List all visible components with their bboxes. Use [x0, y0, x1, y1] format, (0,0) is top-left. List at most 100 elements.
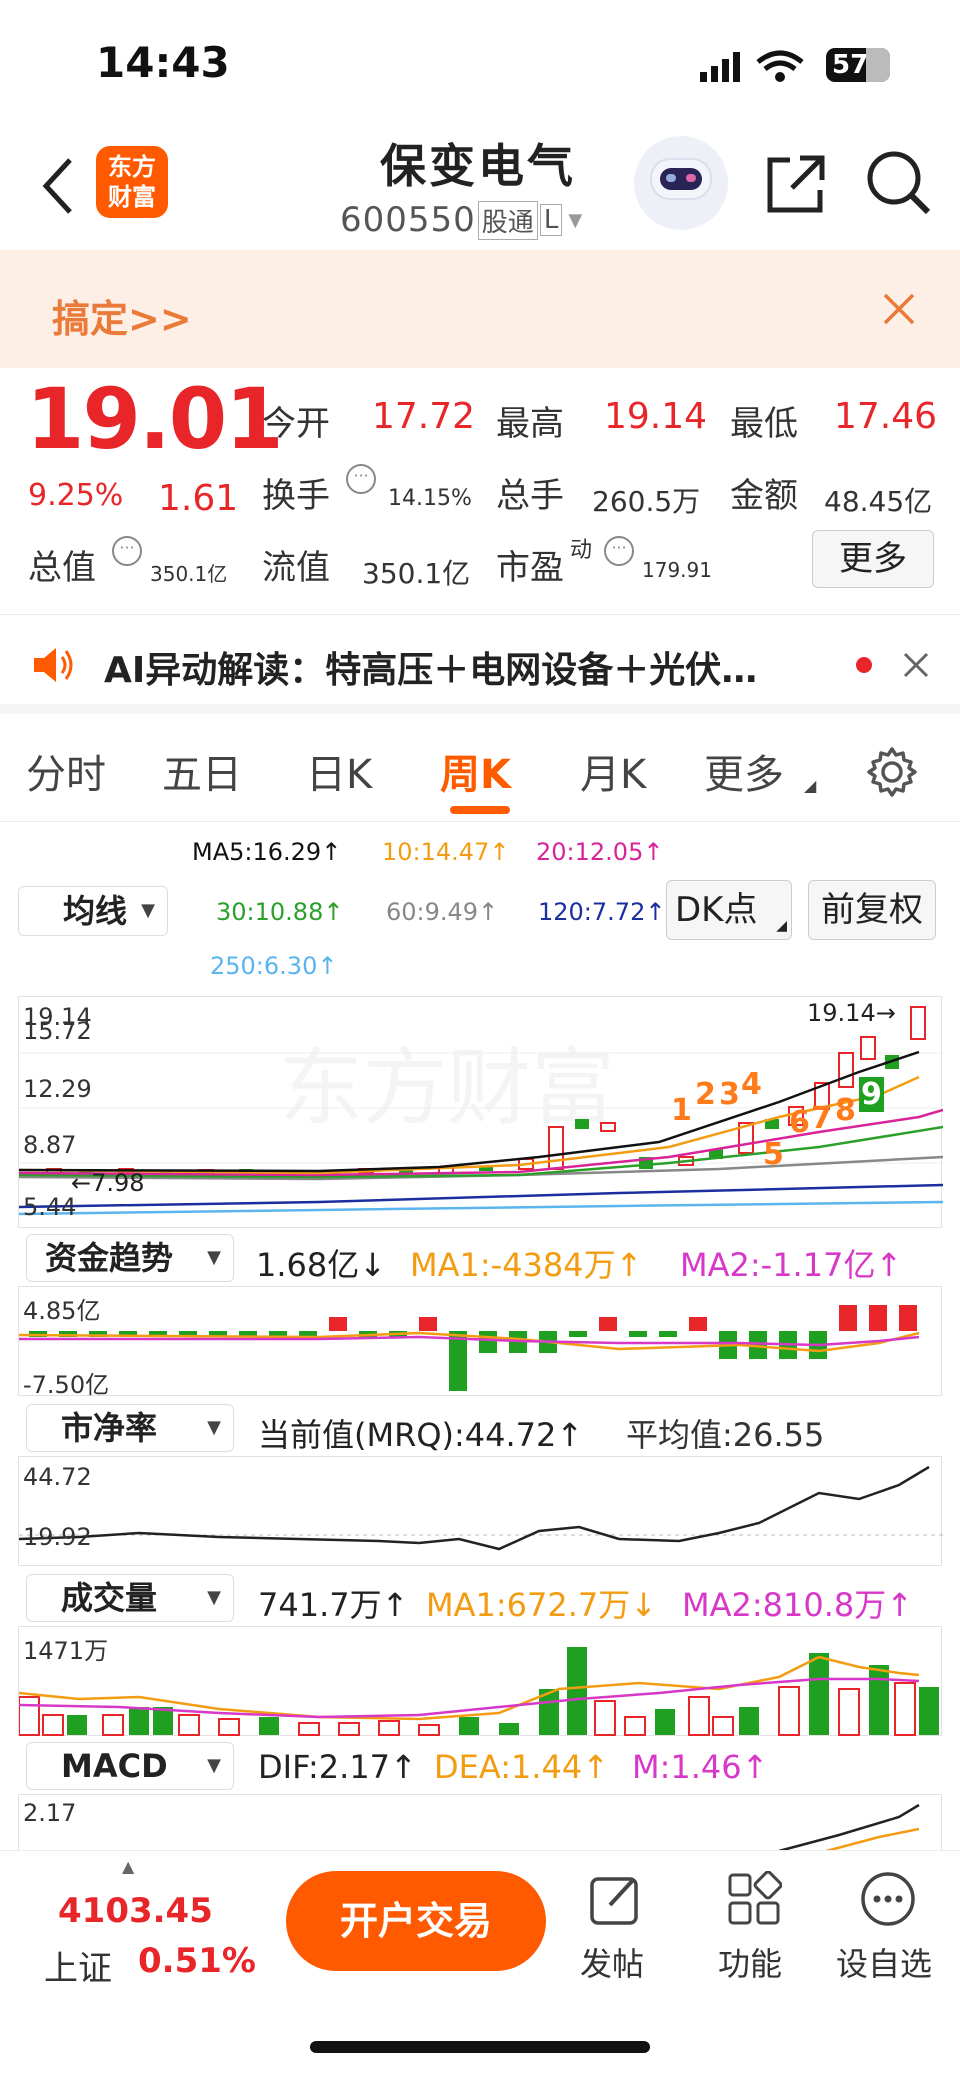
info-icon[interactable]: ···: [112, 536, 142, 566]
dk-button-label: DK点: [675, 890, 758, 930]
volume-bar: [459, 1717, 479, 1735]
volume-bar: [418, 1724, 440, 1736]
post-icon[interactable]: [588, 1871, 644, 1927]
dk-button[interactable]: DK点 ◢: [666, 880, 792, 940]
turnover-value: 14.15%: [388, 486, 472, 511]
pb-current: 当前值(MRQ):44.72↑: [258, 1416, 584, 1454]
volume-bar: [919, 1687, 939, 1735]
macd-top-label: 2.17: [23, 1799, 77, 1827]
vol-select[interactable]: 成交量 ▼: [26, 1574, 234, 1622]
status-time: 14:43: [96, 38, 230, 87]
tab-more[interactable]: 更多: [704, 742, 784, 800]
ai-insight-bar[interactable]: AI异动解读：特高压＋电网设备＋光伏…: [0, 614, 960, 714]
search-icon[interactable]: [866, 150, 932, 216]
tab-more-arrow-icon: ◢: [804, 776, 817, 795]
indicator-select[interactable]: 均线 ▼: [18, 886, 168, 936]
macd-select[interactable]: MACD ▼: [26, 1742, 234, 1790]
stock-code-row[interactable]: 600550 股通 L ▼: [340, 200, 582, 240]
fund-bar: [839, 1305, 857, 1331]
pb-chart[interactable]: 44.72 19.92: [18, 1456, 943, 1566]
index-value[interactable]: 4103.45: [58, 1891, 213, 1931]
signal-number: 1: [671, 1093, 692, 1128]
ma120-value: 120:7.72↑: [538, 898, 666, 926]
vol-bars: [19, 1647, 939, 1736]
signal-number: 5: [763, 1137, 784, 1172]
adjust-button[interactable]: 前复权: [808, 880, 936, 940]
add-favorite-icon[interactable]: [860, 1871, 916, 1927]
tab-month-k[interactable]: 月K: [580, 742, 646, 800]
volume-bar: [594, 1700, 616, 1736]
info-icon[interactable]: ···: [346, 464, 376, 494]
change-pct: 9.25%: [28, 478, 124, 513]
volume-value: 260.5万: [592, 485, 701, 518]
collapse-arrow-icon[interactable]: ▲: [122, 1857, 134, 1876]
macd-dea: DEA:1.44↑: [434, 1748, 610, 1786]
pb-avg: 平均值:26.55: [626, 1416, 825, 1454]
signal-number: 9: [859, 1077, 884, 1112]
macd-header: MACD ▼ DIF:2.17↑ DEA:1.44↑ M:1.46↑: [0, 1740, 960, 1794]
fund-bar: [659, 1331, 677, 1337]
tab-day-k[interactable]: 日K: [306, 742, 372, 800]
chevron-down-icon: ▼: [207, 1247, 221, 1268]
fund-chart[interactable]: 4.85亿 -7.50亿: [18, 1286, 942, 1399]
vol-chart[interactable]: 1471万: [18, 1626, 942, 1736]
vol-value: 741.7万↑: [258, 1586, 409, 1624]
back-icon[interactable]: [40, 156, 76, 216]
high-label: 最高: [496, 404, 564, 444]
volume-bar: [298, 1722, 320, 1736]
fund-bar: [569, 1331, 587, 1337]
signal-number: 4: [741, 1067, 762, 1102]
macd-chart[interactable]: 2.17: [18, 1794, 942, 1855]
volume-bar: [624, 1716, 646, 1736]
volume-label: 总手: [496, 476, 564, 516]
pb-select[interactable]: 市净率 ▼: [26, 1404, 234, 1452]
app-logo: 东方 财富: [96, 146, 168, 218]
signal-number: 8: [835, 1093, 856, 1128]
pe-superscript: 动: [570, 538, 593, 563]
volume-bar: [42, 1714, 64, 1736]
volume-bar: [67, 1715, 87, 1735]
volume-bar: [712, 1716, 734, 1736]
ma250-value: 250:6.30↑: [210, 952, 338, 980]
function-label[interactable]: 功能: [718, 1939, 782, 1985]
y-label-2: 12.29: [23, 1075, 92, 1103]
fund-bar: [479, 1331, 497, 1353]
y-label-1: 15.72: [23, 1017, 92, 1045]
pb-header: 市净率 ▼ 当前值(MRQ):44.72↑ 平均值:26.55: [0, 1400, 960, 1456]
kline-chart[interactable]: 东方财富 19.14 15.72 12.29 8.87 5.44 19.14→ …: [18, 996, 943, 1228]
info-icon[interactable]: ···: [604, 536, 634, 566]
quote-panel: 19.01 9.25% 1.61 今开 17.72 最高 19.14 最低 17…: [0, 368, 960, 614]
change-value: 1.61: [158, 478, 239, 519]
chevron-down-icon: ▼: [141, 900, 155, 921]
pb-svg: [19, 1465, 943, 1551]
last-price: 19.01: [26, 370, 284, 468]
signal-number: 7: [811, 1101, 832, 1136]
add-favorite-label[interactable]: 设自选: [836, 1939, 932, 1985]
settings-icon[interactable]: [866, 746, 918, 798]
tab-minute[interactable]: 分时: [26, 742, 106, 800]
volume-bar: [809, 1653, 829, 1735]
function-icon[interactable]: [726, 1871, 782, 1927]
more-button[interactable]: 更多: [812, 530, 934, 588]
trade-button[interactable]: 开户交易: [286, 1871, 546, 1971]
stock-title: 保变电气: [380, 139, 576, 193]
share-icon[interactable]: [764, 152, 828, 216]
fund-select[interactable]: 资金趋势 ▼: [26, 1234, 234, 1282]
post-label[interactable]: 发帖: [580, 1939, 644, 1985]
turnover-label: 换手: [262, 476, 330, 516]
tab-five-day[interactable]: 五日: [162, 742, 242, 800]
robot-avatar-icon[interactable]: [634, 136, 728, 230]
float-label: 流值: [262, 548, 330, 588]
ma-legend: MA5:16.29↑ 10:14.47↑ 20:12.05↑ 均线 ▼ 30:1…: [0, 826, 960, 996]
ma10-value: 10:14.47↑: [382, 838, 510, 866]
close-ai-icon[interactable]: [902, 651, 930, 679]
battery-icon: 57: [826, 48, 890, 82]
promo-banner[interactable]: 搞定>>: [0, 250, 960, 368]
tab-week-k[interactable]: 周K: [440, 742, 511, 800]
home-indicator: [310, 2041, 650, 2053]
fund-bar: [599, 1317, 617, 1331]
indicator-select-label: 均线: [63, 892, 128, 930]
close-banner-icon[interactable]: [882, 292, 916, 326]
tag-l: L: [539, 204, 563, 236]
volume-bar: [838, 1688, 860, 1736]
